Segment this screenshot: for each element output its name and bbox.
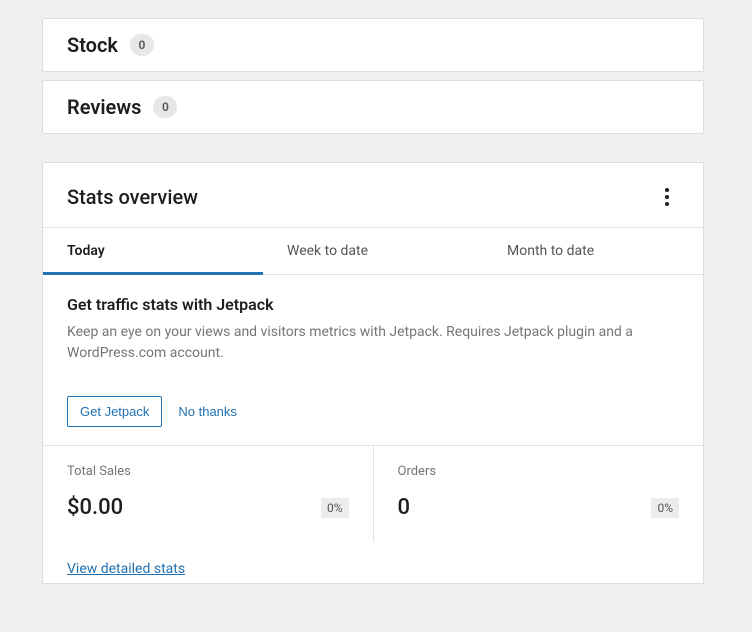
- get-jetpack-button[interactable]: Get Jetpack: [67, 396, 162, 427]
- orders-delta: 0%: [651, 498, 679, 518]
- total-sales-delta: 0%: [321, 498, 349, 518]
- jetpack-promo: Get traffic stats with Jetpack Keep an e…: [43, 275, 703, 372]
- stats-footer: View detailed stats: [43, 542, 703, 583]
- stock-title: Stock: [67, 33, 118, 57]
- reviews-count-badge: 0: [153, 96, 177, 118]
- orders-value: 0: [398, 495, 411, 520]
- more-options-icon[interactable]: [655, 185, 679, 209]
- orders-metric[interactable]: Orders 0 0%: [374, 446, 704, 542]
- stock-count-badge: 0: [130, 34, 154, 56]
- jetpack-promo-title: Get traffic stats with Jetpack: [67, 295, 679, 314]
- no-thanks-button[interactable]: No thanks: [178, 404, 237, 419]
- metrics-row: Total Sales $0.00 0% Orders 0 0%: [43, 446, 703, 542]
- orders-label: Orders: [398, 464, 680, 479]
- jetpack-promo-description: Keep an eye on your views and visitors m…: [67, 322, 679, 364]
- reviews-card[interactable]: Reviews 0: [42, 80, 704, 134]
- reviews-title: Reviews: [67, 95, 141, 119]
- stats-tabs: Today Week to date Month to date: [43, 227, 703, 275]
- tab-today[interactable]: Today: [43, 228, 263, 274]
- total-sales-value: $0.00: [67, 495, 123, 520]
- total-sales-metric[interactable]: Total Sales $0.00 0%: [43, 446, 374, 542]
- total-sales-label: Total Sales: [67, 464, 349, 479]
- stats-title: Stats overview: [67, 185, 198, 209]
- stock-card[interactable]: Stock 0: [42, 18, 704, 72]
- stats-overview-card: Stats overview Today Week to date Month …: [42, 162, 704, 584]
- view-detailed-stats-link[interactable]: View detailed stats: [67, 561, 185, 577]
- tab-month-to-date[interactable]: Month to date: [483, 228, 703, 274]
- tab-week-to-date[interactable]: Week to date: [263, 228, 483, 274]
